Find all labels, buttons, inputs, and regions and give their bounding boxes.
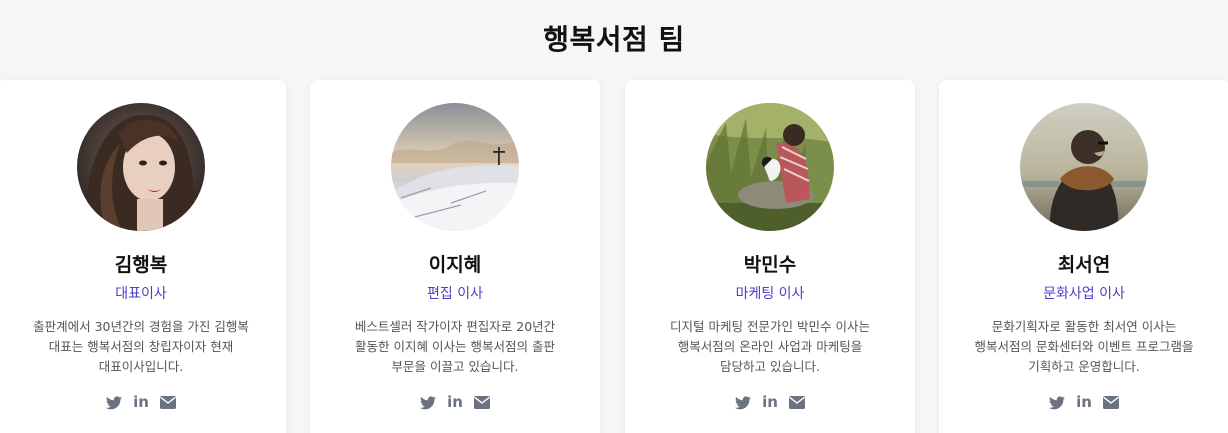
team-card: 박민수 마케팅 이사 디지털 마케팅 전문가인 박민수 이사는 행복서점의 온라… [625,80,915,433]
member-bio: 베스트셀러 작가이자 편집자로 20년간 활동한 이지혜 이사는 행복서점의 출… [354,319,556,374]
avatar [391,103,519,231]
email-icon[interactable] [1103,394,1120,411]
team-card: 김행복 대표이사 출판계에서 30년간의 경험을 가진 김행복 대표는 행복서점… [0,80,286,433]
twitter-icon[interactable] [1049,394,1066,411]
email-icon[interactable] [474,394,491,411]
twitter-icon[interactable] [106,394,123,411]
linkedin-icon[interactable]: in [762,394,779,411]
member-bio: 문화기획자로 활동한 최서연 이사는 행복서점의 문화센터와 이벤트 프로그램을… [974,319,1194,374]
linkedin-icon[interactable]: in [1076,394,1093,411]
team-card: 이지혜 편집 이사 베스트셀러 작가이자 편집자로 20년간 활동한 이지혜 이… [310,80,600,433]
member-name: 이지혜 [428,254,482,276]
social-links: in [0,394,286,411]
member-bio: 디지털 마케팅 전문가인 박민수 이사는 행복서점의 온라인 사업과 마케팅을 … [670,319,870,374]
linkedin-icon[interactable]: in [133,394,150,411]
avatar [77,103,205,231]
social-links: in [625,394,915,411]
member-role: 대표이사 [115,286,167,302]
section-title: 행복서점 팀 [543,23,685,56]
social-links: in [939,394,1228,411]
member-bio: 출판계에서 30년간의 경험을 가진 김행복 대표는 행복서점의 창립자이자 현… [33,319,249,374]
email-icon[interactable] [789,394,806,411]
team-card: 최서연 문화사업 이사 문화기획자로 활동한 최서연 이사는 행복서점의 문화센… [939,80,1228,433]
member-role: 편집 이사 [427,286,483,302]
member-name: 최서연 [1057,254,1111,276]
linkedin-icon[interactable]: in [447,394,464,411]
member-role: 마케팅 이사 [735,286,805,302]
twitter-icon[interactable] [735,394,752,411]
member-name: 박민수 [743,254,797,276]
member-name: 김행복 [114,254,168,276]
twitter-icon[interactable] [420,394,437,411]
social-links: in [310,394,600,411]
email-icon[interactable] [160,394,177,411]
avatar [1020,103,1148,231]
member-role: 문화사업 이사 [1043,286,1125,302]
avatar [706,103,834,231]
